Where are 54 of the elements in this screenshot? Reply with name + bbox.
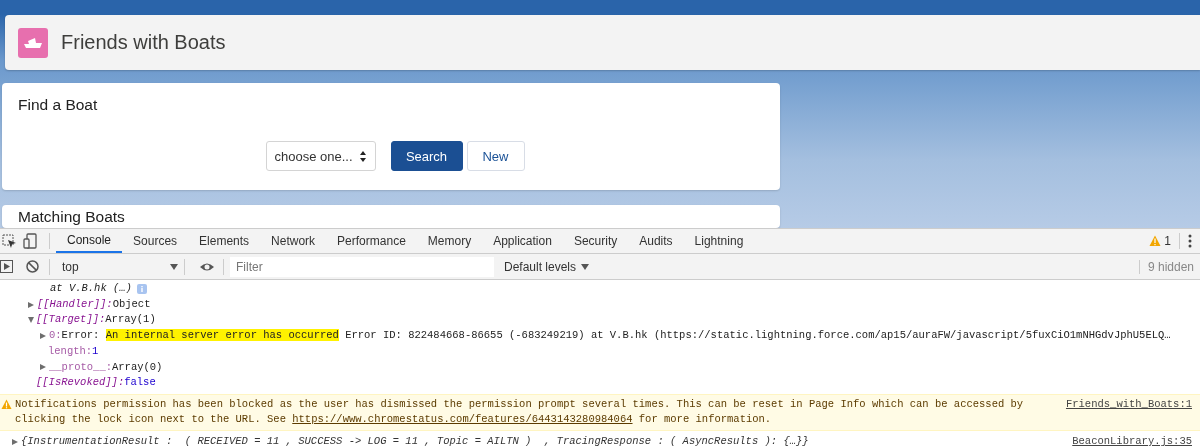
property-key: length: — [48, 343, 93, 360]
warning-icon — [1149, 235, 1162, 247]
log-message: {InstrumentationResult : ( RECEIVED = 11 , SUCCESS -> LOG = 11 , Topic = AILTN ) , TracingResponse : ( AsyncResults ): {…}} — [21, 433, 809, 448]
devtools-tab[interactable]: Audits — [628, 229, 684, 253]
sidebar-toggle-icon[interactable] — [0, 260, 13, 273]
property-value: Array(0) — [112, 359, 163, 375]
collapsed-arrow-icon[interactable] — [40, 364, 46, 371]
devtools-tab[interactable]: Memory — [416, 229, 483, 253]
property-value: Array(1) — [105, 312, 156, 328]
devtools-tab[interactable]: Application — [482, 229, 563, 253]
property-key: [[Handler]]: — [37, 296, 113, 313]
collapsed-arrow-icon[interactable] — [40, 332, 46, 339]
sort-arrows-icon — [358, 150, 367, 162]
source-link[interactable]: Friends_with_Boats:1 — [1065, 396, 1192, 428]
app-title: Friends with Boats — [61, 31, 226, 54]
type-select[interactable]: choose one... — [265, 141, 376, 171]
collapsed-arrow-icon[interactable] — [28, 301, 34, 308]
context-select[interactable]: top — [56, 259, 184, 274]
stack-trace-line: at V.B.hk (…) — [50, 281, 132, 296]
devtools-tab[interactable]: Sources — [122, 229, 189, 253]
source-link[interactable]: BeaconLibrary.js:35 — [1072, 433, 1192, 448]
devtools-tab[interactable]: Elements — [188, 229, 261, 253]
warning-icon — [1, 398, 12, 410]
search-button[interactable]: Search — [390, 141, 463, 171]
hidden-count: 9 hidden — [1138, 259, 1200, 274]
devtools-tab[interactable]: Network — [260, 229, 327, 253]
more-menu-icon[interactable] — [1188, 234, 1192, 248]
property-value: Object — [112, 296, 151, 312]
boat-logo-icon — [18, 27, 48, 58]
property-key: 0: — [49, 328, 62, 344]
expanded-arrow-icon[interactable] — [28, 317, 34, 324]
property-key: [[IsRevoked]]: — [36, 375, 125, 391]
property-value: 1 — [92, 343, 99, 359]
collapsed-arrow-icon[interactable] — [12, 438, 18, 445]
dropdown-icon — [581, 263, 590, 270]
clear-console-icon[interactable] — [26, 260, 39, 273]
devtools-tab[interactable]: Lightning — [683, 229, 755, 253]
link[interactable]: https://www.chromestatus.com/features/6443143280984064 — [292, 413, 633, 426]
log-levels-dropdown[interactable]: Default levels — [498, 259, 596, 274]
inspect-icon[interactable] — [2, 233, 17, 249]
property-key: [[Target]]: — [36, 312, 106, 329]
property-value: false — [124, 375, 156, 391]
new-button[interactable]: New — [466, 141, 525, 171]
devtools-tab[interactable]: Security — [562, 229, 629, 253]
property-value: Error: An internal server error has occurred Error ID: 822484668-86655 (-683249219) at V.B.hk (https://static.lightning.force.com/ap15/auraFW/javascript/5fuxCiO1mNHGdvJphU5ELQ… — [61, 328, 1171, 344]
warning-text: Notifications permission has been blocked as the user has dismissed the permission prompt several times. This can be reset in Page Info which can be accessed by clicking the lock icon next to the URL. See https://www.chromestatus.com/features/6443143280984064 for more information. — [15, 396, 1025, 428]
card-title: Matching Boats — [18, 208, 126, 226]
card-title: Find a Boat — [18, 96, 99, 114]
device-toolbar-icon[interactable] — [23, 233, 37, 249]
property-key: __proto__: — [49, 359, 112, 376]
devtools-tab[interactable]: Performance — [326, 229, 417, 253]
dropdown-icon — [170, 263, 178, 270]
filter-field[interactable]: Filter — [230, 256, 494, 277]
warning-count[interactable]: 1 — [1164, 234, 1171, 248]
